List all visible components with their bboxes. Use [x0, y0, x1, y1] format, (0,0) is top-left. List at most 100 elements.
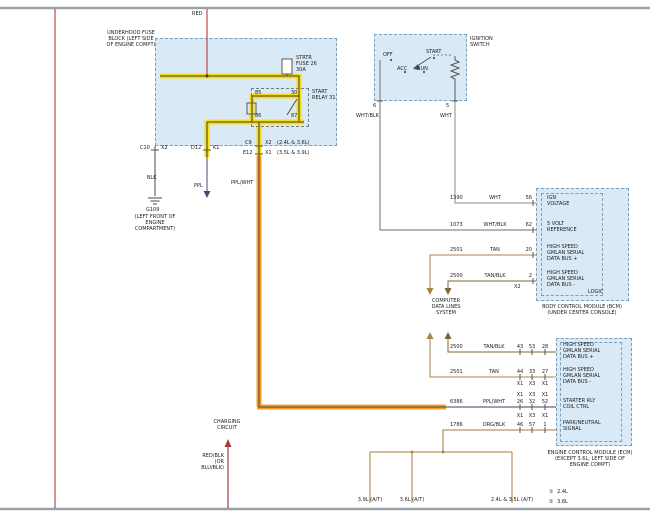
ecm-pin: 53 — [526, 344, 538, 350]
ecm-pin: 46 — [514, 422, 526, 428]
connector-e12-note: (3.5L & 3.9L) — [277, 150, 309, 156]
ecm-title: ENGINE CONTROL MODULE (ECM) (EXCEPT 3.6L… — [546, 450, 634, 468]
connector-c10-pin: X2 — [161, 145, 168, 151]
ecm-xrow: X3 — [526, 413, 538, 419]
circuit-2500-color: TAN/BLK — [478, 273, 512, 279]
ecm-pin-ticks — [520, 349, 545, 433]
ecm-pin: 43 — [514, 344, 526, 350]
ecm-fn-park-neutral: PARK/NEUTRAL SIGNAL — [563, 420, 603, 432]
circuit-2500: 2500 — [450, 273, 463, 279]
ground-symbol — [148, 198, 162, 204]
bcm-pin-2: 2 — [518, 273, 532, 279]
circuit-1390-color: WHT — [478, 195, 512, 201]
circuit-6386: 6386 — [450, 399, 463, 405]
ecm-pin: 26 — [514, 399, 526, 405]
ignition-pos-off: OFF — [383, 52, 393, 58]
bcm-pin-56: 56 — [518, 195, 532, 201]
legend-item: ② 3.6L — [549, 499, 568, 505]
bcm-logic-label: LOGIC — [588, 289, 603, 295]
ecm-xrow: X3 — [526, 392, 538, 398]
legend-num-2: ② — [549, 499, 553, 505]
contact-dot-off — [390, 59, 392, 61]
legend-num-1: ① — [549, 489, 553, 495]
contact-dot-start — [433, 57, 435, 59]
ignition-pin-5: 5 — [446, 103, 449, 109]
ignition-pin-6: 6 — [373, 103, 376, 109]
charging-circuit-label: CHARGING CIRCUIT — [203, 419, 251, 431]
connector-d12: D12 — [191, 145, 201, 151]
bcm-fn-5v-ref: 5 VOLT REFERENCE — [547, 221, 581, 233]
ecm-xrow: X1 — [539, 381, 551, 387]
circuit-2501: 2501 — [450, 247, 463, 253]
orgblk-junction-dot-2 — [411, 451, 414, 454]
circuit-6386-color: PPL/WHT — [476, 399, 512, 405]
whtblk-wire-label: WHT/BLK — [356, 113, 379, 119]
circuit-1390: 1390 — [450, 195, 463, 201]
connector-c9-pin: X2 — [265, 140, 272, 146]
ppl-wire-label: PPL — [194, 183, 203, 189]
fuse-symbol — [282, 59, 292, 74]
variant-label-39: 3.9L (A/T) — [356, 497, 384, 503]
circuit-1786: 1786 — [450, 422, 463, 428]
circuit-1786-color: ORG/BLK — [476, 422, 512, 428]
tanblk-2500-upper-wire — [448, 281, 536, 288]
variant-label-36: 3.6L (A/T) — [398, 497, 426, 503]
computer-data-lines-label: COMPUTER DATA LINES SYSTEM — [426, 298, 466, 316]
ecm-pin: 52 — [539, 399, 551, 405]
orange-highlight-wire — [257, 156, 446, 407]
fuse-block-title: UNDERHOOD FUSE BLOCK (LEFT SIDE OF ENGIN… — [106, 30, 156, 48]
ecm-pin: 28 — [539, 344, 551, 350]
ignition-switch-title: IGNITION SWITCH — [470, 36, 504, 48]
ecm-pin: 27 — [539, 369, 551, 375]
ground-location: (LEFT FRONT OF ENGINE COMPARTMENT) — [130, 214, 180, 232]
ppl-offpage-arrow — [204, 191, 211, 198]
ignition-pos-run: RUN — [417, 66, 428, 72]
ecm-xrow: X1 — [514, 413, 526, 419]
relay-pin-86: 86 — [255, 113, 261, 119]
relay-pin-85: 85 — [255, 90, 261, 96]
arrow-up-2500 — [445, 332, 452, 339]
legend-item: ① 2.4L — [549, 489, 568, 495]
ecm-xrow: X1 — [539, 413, 551, 419]
relay-pin-87: 87 — [291, 113, 297, 119]
bcm-pin-62: 62 — [518, 222, 532, 228]
ignition-pos-start: START — [426, 49, 441, 55]
ecm-xrow: X1 — [539, 392, 551, 398]
connector-e12-pin: X1 — [265, 150, 272, 156]
circuit-2500-ecm-color: TAN/BLK — [476, 344, 512, 350]
circuit-1073-color: WHT/BLK — [478, 222, 512, 228]
relay-pin-30: 30 — [291, 90, 297, 96]
pplwht-wire-label: PPL/WHT — [231, 180, 253, 186]
variant-label-24-35: 2.4L & 3.5L (A/T) — [482, 497, 542, 503]
whtblk-wire — [380, 60, 536, 230]
ecm-pin: 33 — [526, 369, 538, 375]
bcm-pin-20: 20 — [518, 247, 532, 253]
ecm-fn-gmlan-minus: HIGH SPEED GMLAN SERIAL DATA BUS - — [563, 367, 601, 385]
arrow-down-2501 — [427, 288, 434, 295]
charging-wire-color-label: RED/BLK (OR BLU/BLK) — [198, 453, 224, 471]
blk-wire-label: BLK — [147, 175, 157, 181]
arrow-up-2501 — [427, 332, 434, 339]
ignition-resistor — [451, 56, 459, 101]
circuit-2501-ecm-color: TAN — [476, 369, 512, 375]
orgblk-junction-dot-1 — [442, 451, 445, 454]
legend-label-2: 3.6L — [557, 499, 568, 505]
ecm-xrow: X3 — [526, 381, 538, 387]
ecm-pin: 44 — [514, 369, 526, 375]
wiring-diagram-page: RED UNDERHOOD FUSE BLOCK (LEFT SIDE OF E… — [0, 0, 650, 521]
circuit-1073: 1073 — [450, 222, 463, 228]
charging-offpage-arrow — [225, 439, 232, 447]
wht-wire-label: WHT — [440, 113, 452, 119]
relay-label: START RELAY 31 — [312, 89, 340, 101]
ecm-xrow: X1 — [514, 392, 526, 398]
circuit-2500-ecm: 2500 — [450, 344, 463, 350]
bcm-connector-x2: X2 — [514, 284, 521, 290]
fuse-label: STRTR FUSE 26 30A — [296, 55, 324, 73]
wht-wire — [455, 101, 536, 203]
ground-id: G109 — [146, 207, 159, 213]
connector-c9-note: (2.4L & 3.6L) — [277, 140, 309, 146]
arrow-down-2500 — [445, 288, 452, 295]
connector-c10: C10 — [140, 145, 150, 151]
bcm-title: BODY CONTROL MODULE (BCM) (UNDER CENTER … — [534, 304, 630, 316]
ecm-xrow: X1 — [514, 381, 526, 387]
